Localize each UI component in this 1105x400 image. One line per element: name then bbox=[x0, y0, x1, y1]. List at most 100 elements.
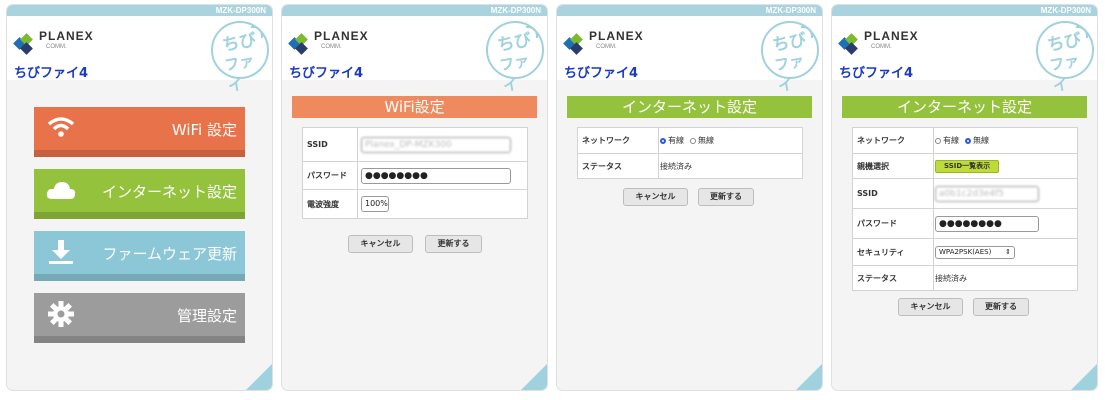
password-row: パスワード ●●●●●●●● bbox=[303, 162, 527, 190]
model-bar: MZK-DP300N bbox=[7, 5, 272, 16]
header: PLANEX COMM. ちびファイ4 ちび ファイ bbox=[557, 16, 822, 95]
ssid-list-button[interactable]: SSID一覧表示 bbox=[935, 159, 1000, 173]
password-label: パスワード bbox=[303, 162, 358, 189]
chibi-logo: ちび ファイ bbox=[1036, 21, 1094, 95]
ssid-value-cell: a0b1c2d3e4f5 bbox=[935, 179, 1039, 208]
password-value-cell: ●●●●●●●● bbox=[935, 209, 1039, 238]
update-button[interactable]: 更新する bbox=[425, 235, 482, 253]
chibi-logo: ちび ファイ bbox=[211, 21, 269, 95]
wifi-settings-screen: MZK-DP300N PLANEX COMM. ちびファイ4 ちび ファイ Wi… bbox=[282, 5, 547, 390]
wifi-settings-button[interactable]: WiFi 設定 bbox=[34, 107, 245, 157]
ssid-label: SSID bbox=[303, 128, 358, 161]
password-input[interactable]: ●●●●●●●● bbox=[361, 167, 511, 184]
password-value-cell: ●●●●●●●● bbox=[361, 162, 511, 189]
wireless-option-label: 無線 bbox=[973, 136, 989, 145]
firmware-update-button[interactable]: ファームウェア更新 bbox=[34, 231, 245, 281]
model-bar: MZK-DP300N bbox=[557, 5, 822, 16]
header: PLANEX COMM. ちびファイ4 ちび ファイ bbox=[282, 16, 547, 95]
brand-sub: COMM. bbox=[596, 44, 617, 50]
firmware-update-label: ファームウェア更新 bbox=[102, 245, 237, 263]
ssid-value-cell: Planex_DP-MZK300 bbox=[361, 128, 511, 161]
update-button[interactable]: 更新する bbox=[698, 188, 754, 206]
wifi-settings-title: WiFi設定 bbox=[292, 96, 537, 118]
model-label: MZK-DP300N bbox=[765, 6, 816, 15]
chibi-logo-text: ファイ bbox=[1048, 51, 1081, 96]
parent-select-row: 親機選択 SSID一覧表示 bbox=[853, 154, 1077, 179]
chibi-logo-text: ファイ bbox=[498, 51, 531, 96]
status-value: 接続済み bbox=[660, 161, 692, 171]
planex-logo-icon bbox=[13, 33, 33, 55]
password-row: パスワード ●●●●●●●● bbox=[853, 209, 1077, 239]
network-options: 有線 無線 bbox=[660, 128, 714, 153]
ssid-label: SSID bbox=[853, 179, 934, 208]
wireless-option-label: 無線 bbox=[698, 136, 714, 145]
brand-name: PLANEX bbox=[39, 29, 94, 43]
password-label: パスワード bbox=[853, 209, 934, 238]
admin-settings-button[interactable]: 管理設定 bbox=[34, 293, 245, 343]
internet-settings-form: ネットワーク 有線 無線 ステータス 接続済み bbox=[577, 127, 803, 179]
product-name: ちびファイ4 bbox=[289, 66, 364, 81]
planex-logo-icon bbox=[838, 33, 858, 55]
download-icon bbox=[49, 240, 73, 264]
wireless-radio[interactable] bbox=[965, 137, 971, 144]
ssid-input[interactable]: Planex_DP-MZK300 bbox=[361, 136, 511, 153]
model-bar: MZK-DP300N bbox=[282, 5, 547, 16]
internet-settings-title: インターネット設定 bbox=[567, 96, 812, 118]
brand-sub: COMM. bbox=[321, 44, 342, 50]
internet-settings-label: インターネット設定 bbox=[101, 183, 237, 201]
internet-settings-form: ネットワーク 有線 無線 親機選択 SSID一覧表示 SSID a0b1c2d3… bbox=[852, 127, 1078, 291]
security-row: セキュリティ WPA2PSK(AES) ⇕ bbox=[853, 239, 1077, 266]
wireless-radio[interactable] bbox=[690, 137, 696, 144]
wifi-settings-label: WiFi 設定 bbox=[171, 121, 237, 139]
parent-select-cell: SSID一覧表示 bbox=[935, 154, 1000, 178]
chibi-logo: ちび ファイ bbox=[761, 21, 819, 95]
password-input[interactable]: ●●●●●●●● bbox=[935, 215, 1039, 232]
corner-decoration bbox=[246, 364, 272, 390]
wired-radio[interactable] bbox=[935, 137, 941, 144]
wired-radio[interactable] bbox=[660, 137, 666, 144]
security-select[interactable]: WPA2PSK(AES) ⇕ bbox=[935, 245, 1015, 259]
network-row: ネットワーク 有線 無線 bbox=[578, 128, 802, 154]
status-value: 接続済み bbox=[935, 273, 967, 283]
model-bar: MZK-DP300N bbox=[832, 5, 1097, 16]
corner-decoration bbox=[1071, 364, 1097, 390]
chibi-logo: ちび ファイ bbox=[486, 21, 544, 95]
cancel-button[interactable]: キャンセル bbox=[348, 235, 413, 253]
parent-select-label: 親機選択 bbox=[853, 154, 934, 178]
wifi-settings-form: SSID Planex_DP-MZK300 パスワード ●●●●●●●● 電波強… bbox=[302, 127, 528, 219]
brand-name: PLANEX bbox=[589, 29, 644, 43]
model-label: MZK-DP300N bbox=[215, 6, 266, 15]
cancel-button[interactable]: キャンセル bbox=[898, 298, 963, 316]
status-row: ステータス 接続済み bbox=[853, 266, 1077, 290]
brand-name: PLANEX bbox=[864, 29, 919, 43]
select-arrow-icon: ⇕ bbox=[1005, 247, 1011, 256]
gear-icon bbox=[48, 301, 74, 327]
planex-logo-icon bbox=[563, 33, 583, 55]
wired-option-label: 有線 bbox=[668, 136, 684, 145]
internet-settings-button[interactable]: インターネット設定 bbox=[34, 169, 245, 219]
network-row: ネットワーク 有線 無線 bbox=[853, 128, 1077, 154]
cancel-button[interactable]: キャンセル bbox=[623, 188, 688, 206]
network-options: 有線 無線 bbox=[935, 128, 989, 153]
header: PLANEX COMM. ちびファイ4 ちび ファイ bbox=[7, 16, 272, 95]
ssid-input[interactable]: a0b1c2d3e4f5 bbox=[935, 185, 1039, 202]
chibi-logo-text: ファイ bbox=[223, 51, 256, 96]
strength-row: 電波強度 100% bbox=[303, 190, 527, 218]
strength-value-cell: 100% bbox=[361, 190, 389, 218]
product-name: ちびファイ4 bbox=[564, 66, 639, 81]
admin-settings-label: 管理設定 bbox=[176, 307, 237, 325]
status-row: ステータス 接続済み bbox=[578, 154, 802, 178]
ssid-row: SSID a0b1c2d3e4f5 bbox=[853, 179, 1077, 209]
header: PLANEX COMM. ちびファイ4 ちび ファイ bbox=[832, 16, 1097, 95]
network-label: ネットワーク bbox=[853, 128, 934, 153]
planex-logo-icon bbox=[288, 33, 308, 55]
network-label: ネットワーク bbox=[578, 128, 659, 153]
corner-decoration bbox=[796, 364, 822, 390]
update-button[interactable]: 更新する bbox=[973, 298, 1029, 316]
chibi-logo-text: ファイ bbox=[773, 51, 806, 96]
strength-select[interactable]: 100% bbox=[361, 196, 389, 212]
brand-name: PLANEX bbox=[314, 29, 369, 43]
brand-sub: COMM. bbox=[871, 44, 892, 50]
wifi-icon bbox=[47, 117, 75, 137]
internet-settings-wireless-screen: MZK-DP300N PLANEX COMM. ちびファイ4 ちび ファイ イン… bbox=[832, 5, 1097, 390]
